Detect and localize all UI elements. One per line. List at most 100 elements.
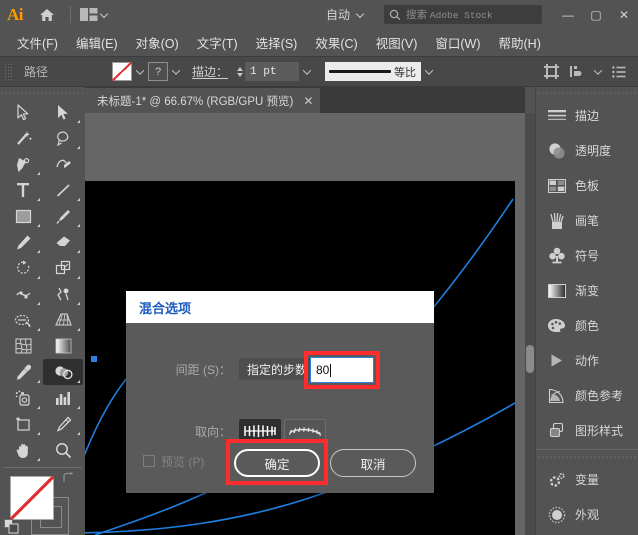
minimize-button[interactable]: — <box>554 0 582 29</box>
curvature-tool[interactable] <box>43 151 83 177</box>
hand-tool[interactable] <box>3 437 43 463</box>
menu-item-select[interactable]: 选择(S) <box>247 31 307 54</box>
tool-group-indicator-icon <box>37 276 40 279</box>
eyedropper-tool[interactable] <box>3 359 43 385</box>
rotate-tool[interactable] <box>3 255 43 281</box>
panel-label-graphic-styles: 图形样式 <box>575 422 623 439</box>
stroke-profile-dropdown[interactable]: 等比 <box>325 62 421 81</box>
panel-item-symbols[interactable]: 符号 <box>536 238 638 273</box>
menu-item-file[interactable]: 文件(F) <box>8 31 67 54</box>
panel-item-swatches[interactable]: 色板 <box>536 168 638 203</box>
search-input[interactable]: 搜索 Adobe Stock <box>384 5 542 24</box>
stroke-color-swatch[interactable]: ? <box>148 62 168 81</box>
line-segment-tool[interactable] <box>43 177 83 203</box>
selection-tool[interactable] <box>3 99 43 125</box>
panel-label-actions: 动作 <box>575 352 599 369</box>
menu-item-window[interactable]: 窗口(W) <box>426 31 489 54</box>
vertical-scrollbar[interactable] <box>525 113 535 535</box>
shape-builder-tool[interactable] <box>3 307 43 333</box>
menu-item-view[interactable]: 视图(V) <box>367 31 427 54</box>
stroke-chevron-down-icon[interactable] <box>168 62 184 81</box>
perspective-grid-tool[interactable] <box>43 307 83 333</box>
panel-item-color-guide[interactable]: 颜色参考 <box>536 378 638 413</box>
direct-selection-tool[interactable] <box>43 99 83 125</box>
document-tab[interactable]: 未标题-1* @ 66.67% (RGB/GPU 预览) ✕ <box>85 88 321 113</box>
steps-input[interactable]: 80 <box>310 357 374 383</box>
paintbrush-tool[interactable] <box>43 203 83 229</box>
menu-item-object[interactable]: 对象(O) <box>127 31 188 54</box>
lasso-tool[interactable] <box>43 125 83 151</box>
align-icon[interactable] <box>538 61 564 83</box>
close-icon[interactable]: ✕ <box>303 94 313 108</box>
column-graph-tool[interactable] <box>43 385 83 411</box>
panel-item-appearance[interactable]: 外观 <box>536 497 638 532</box>
pencil-tool[interactable] <box>3 229 43 255</box>
pen-tool[interactable] <box>3 151 43 177</box>
anchor-point <box>91 356 97 362</box>
panel-item-stroke[interactable]: 描边 <box>536 98 638 133</box>
color-guide-icon <box>547 386 566 405</box>
swatches-icon <box>547 176 566 195</box>
menu-item-edit[interactable]: 编辑(E) <box>67 31 127 54</box>
panel-label-appearance: 外观 <box>575 506 599 523</box>
fill-chevron-down-icon[interactable] <box>132 62 148 81</box>
free-transform-tool[interactable] <box>43 255 83 281</box>
panel-item-brushes[interactable]: 画笔 <box>536 203 638 238</box>
preview-checkbox[interactable] <box>143 455 155 467</box>
fill-color-indicator[interactable] <box>10 476 54 520</box>
tools-grid <box>0 99 85 463</box>
gradient-tool[interactable] <box>43 333 83 359</box>
zoom-tool[interactable] <box>43 437 83 463</box>
width-tool[interactable] <box>3 281 43 307</box>
blend-tool[interactable] <box>43 359 83 385</box>
slice-tool[interactable] <box>43 411 83 437</box>
rectangle-tool[interactable] <box>3 203 43 229</box>
tools-panel-grip[interactable] <box>0 87 85 99</box>
tool-group-indicator-icon <box>77 302 80 305</box>
tool-group-indicator-icon <box>77 276 80 279</box>
stroke-weight-chevron-down-icon[interactable] <box>299 62 315 81</box>
app-logo-icon: Ai <box>0 0 30 29</box>
transform-icon[interactable] <box>564 61 590 83</box>
panel-item-variables[interactable]: 变量 <box>536 462 638 497</box>
transform-chevron-down-icon[interactable] <box>590 62 606 81</box>
magic-wand-tool[interactable] <box>3 125 43 151</box>
menu-item-effect[interactable]: 效果(C) <box>306 31 366 54</box>
eraser-tool[interactable] <box>43 229 83 255</box>
artboard-tool[interactable] <box>3 411 43 437</box>
stroke-weight-input[interactable]: 1 pt <box>245 62 299 81</box>
stroke-profile-chevron-down-icon[interactable] <box>421 62 437 81</box>
menu-item-type[interactable]: 文字(T) <box>188 31 247 54</box>
panel-item-graphic-styles[interactable]: 图形样式 <box>536 413 638 448</box>
symbol-sprayer-tool[interactable] <box>3 385 43 411</box>
panel-label-variables: 变量 <box>575 471 599 488</box>
scrollbar-thumb[interactable] <box>526 345 534 373</box>
maximize-button[interactable]: ▢ <box>582 0 610 29</box>
stroke-weight-stepper[interactable] <box>234 62 245 81</box>
auto-mode-dropdown[interactable]: 自动 <box>326 6 370 23</box>
puppet-warp-tool[interactable] <box>43 281 83 307</box>
type-tool[interactable] <box>3 177 43 203</box>
default-fill-stroke-icon[interactable] <box>4 519 19 534</box>
fill-color-swatch[interactable] <box>112 62 132 81</box>
cancel-button[interactable]: 取消 <box>330 449 416 477</box>
mesh-tool[interactable] <box>3 333 43 359</box>
panels-group-grip-2[interactable] <box>536 451 638 462</box>
ok-button[interactable]: 确定 <box>234 449 320 477</box>
panel-item-transparency[interactable]: 透明度 <box>536 133 638 168</box>
panels-dock-grip[interactable] <box>536 87 638 98</box>
arrange-chevron-down-icon[interactable] <box>101 10 110 19</box>
preview-checkbox-group[interactable]: 预览 (P) <box>143 453 204 470</box>
tool-group-indicator-icon <box>77 146 80 149</box>
panel-item-gradient[interactable]: 渐变 <box>536 273 638 308</box>
more-options-icon[interactable] <box>606 61 632 83</box>
home-icon[interactable] <box>30 0 64 29</box>
swap-fill-stroke-icon[interactable] <box>62 472 75 485</box>
menu-item-help[interactable]: 帮助(H) <box>490 31 550 54</box>
panel-label-transparency: 透明度 <box>575 142 611 159</box>
close-button[interactable]: ✕ <box>610 0 638 29</box>
control-bar-grip[interactable] <box>4 63 14 81</box>
panel-item-actions[interactable]: 动作 <box>536 343 638 378</box>
panel-item-color[interactable]: 颜色 <box>536 308 638 343</box>
arrange-documents-icon[interactable] <box>77 0 101 29</box>
